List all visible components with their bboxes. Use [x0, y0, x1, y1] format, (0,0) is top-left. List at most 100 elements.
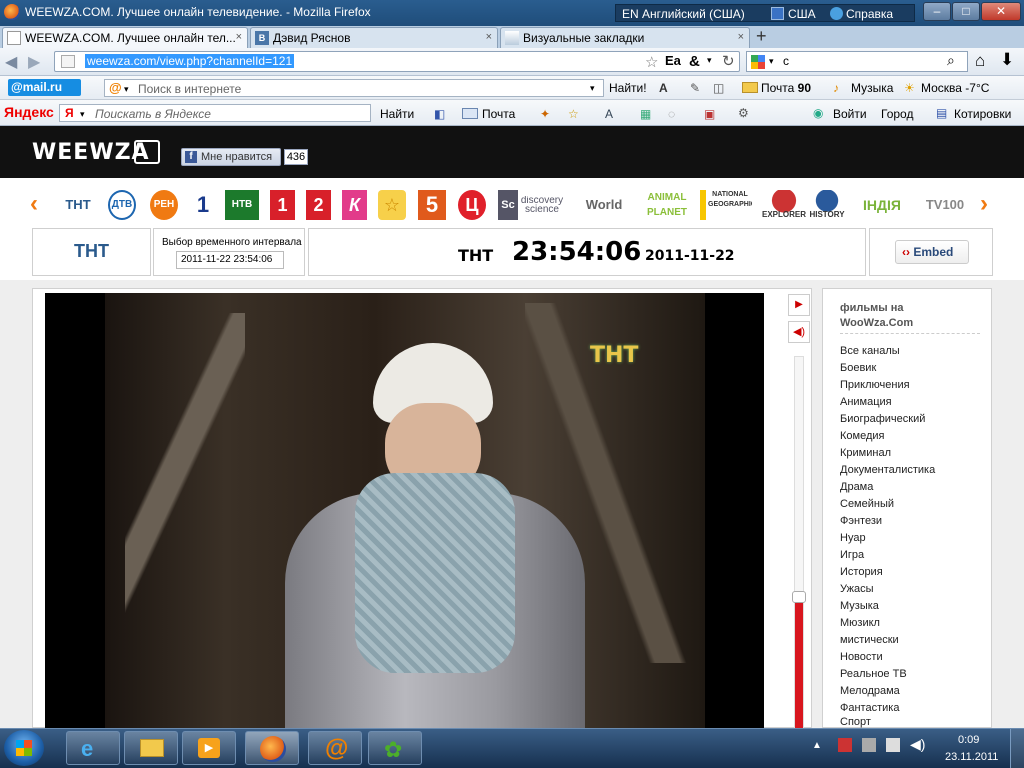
tab-close-icon[interactable]: × [236, 31, 242, 43]
volume-icon[interactable]: ◀) [788, 321, 810, 343]
yandex-find-button[interactable]: Найти [380, 107, 414, 121]
forward-icon[interactable]: ▶ [28, 52, 40, 72]
channel-history[interactable]: HISTORY [808, 190, 846, 220]
home-icon[interactable]: ⌂ [975, 51, 985, 71]
favorites-icon[interactable]: ☆ [568, 107, 579, 121]
genre-scifi[interactable]: Фантастика [840, 702, 899, 714]
mailru-search-input[interactable]: @ ▾ Поиск в интернете ▾ [104, 79, 604, 97]
genre-documentary[interactable]: Документалистика [840, 464, 935, 476]
genre-horror[interactable]: Ужасы [840, 583, 874, 595]
tab-close-icon[interactable]: × [486, 31, 492, 43]
channel-tvc[interactable]: Ц [458, 190, 486, 220]
channel-discovery-world[interactable]: World [576, 190, 632, 220]
genre-action[interactable]: Боевик [840, 362, 876, 374]
reload-icon[interactable]: ↻ [722, 52, 735, 70]
channel-russia2[interactable]: 2 [306, 190, 331, 220]
yandex-bar-icon[interactable]: ◧ [434, 107, 445, 121]
channels-prev-arrow-icon[interactable]: ‹ [30, 190, 38, 218]
google-icon[interactable] [751, 55, 765, 69]
channel-1tv[interactable]: 1 [190, 190, 216, 220]
genre-game[interactable]: Игра [840, 549, 864, 561]
pen-icon[interactable]: ✎ [690, 81, 700, 95]
weather-button[interactable]: Москва -7°C [921, 81, 989, 95]
genre-news[interactable]: Новости [840, 651, 883, 663]
show-desktop-button[interactable] [1010, 729, 1024, 768]
genre-all[interactable]: Все каналы [840, 345, 900, 357]
tray-expand-icon[interactable]: ▲ [812, 740, 822, 751]
genre-adventure[interactable]: Приключения [840, 379, 910, 391]
channel-russia1[interactable]: 1 [270, 190, 295, 220]
translate-icon[interactable]: Ea [665, 53, 681, 68]
site-logo[interactable]: WEEWZA [32, 140, 150, 165]
money-icon[interactable]: ✦ [540, 107, 550, 121]
genre-sport[interactable]: Спорт [840, 716, 871, 728]
mailru-logo[interactable]: @mail.ru [8, 79, 81, 96]
genre-animation[interactable]: Анимация [840, 396, 892, 408]
language-bar[interactable]: EN Английский (США) США Справка [615, 4, 915, 22]
dropdown-icon[interactable]: ▾ [769, 56, 774, 67]
taskbar-icq-button[interactable]: ✿ [368, 731, 422, 765]
screenshot-icon[interactable]: ◫ [713, 81, 724, 95]
video-player[interactable]: ТНТ [45, 293, 764, 730]
minimize-button[interactable]: – [923, 2, 951, 21]
dropdown-icon[interactable]: ▾ [707, 55, 712, 66]
tray-volume-icon[interactable]: ◀) [910, 736, 925, 753]
genre-drama[interactable]: Драма [840, 481, 873, 493]
tab-bookmarks[interactable]: Визуальные закладки × [500, 27, 750, 48]
dropdown-icon[interactable]: ▾ [80, 109, 85, 120]
tab-weewza[interactable]: WEEWZA.COM. Лучшее онлайн тел... × [2, 27, 248, 48]
genre-music[interactable]: Музыка [840, 600, 879, 612]
genre-crime[interactable]: Криминал [840, 447, 891, 459]
genre-fantasy[interactable]: Фэнтези [840, 515, 882, 527]
channel-sc[interactable]: Sc [498, 190, 518, 220]
ampersand-icon[interactable]: & [689, 53, 700, 70]
yandex-search-input[interactable]: Я ▾ Поискать в Яндексе [59, 104, 371, 122]
mailru-find-button[interactable]: Найти! [609, 81, 647, 95]
widget-icon[interactable]: ▣ [704, 107, 715, 121]
channel-dtv[interactable]: ДТВ [108, 190, 136, 220]
facebook-like-button[interactable]: f Мне нравится [181, 148, 281, 166]
chat-icon[interactable]: ◌ [668, 107, 675, 121]
channel-karusel[interactable]: ☆ [378, 190, 406, 220]
channel-national-geographic[interactable]: NATIONAL GEOGRAPHIC [700, 190, 752, 220]
channel-ren[interactable]: РЕН [150, 190, 178, 220]
yandex-mail-button[interactable]: Почта [482, 107, 515, 121]
channel-kultura[interactable]: К [342, 190, 367, 220]
translate-bar-icon[interactable]: A [605, 107, 613, 121]
close-button[interactable]: ✕ [981, 2, 1021, 21]
channels-next-arrow-icon[interactable]: › [980, 190, 988, 218]
channel-tv100[interactable]: TV100 [918, 190, 972, 220]
channel-ntv[interactable]: НТВ [225, 190, 259, 220]
genre-mystery[interactable]: мистически [840, 634, 899, 646]
embed-button[interactable]: ‹› Embed [895, 240, 969, 264]
login-button[interactable]: Войти [833, 107, 867, 121]
volume-slider-handle[interactable] [792, 591, 806, 603]
tab-close-icon[interactable]: × [738, 31, 744, 43]
genre-family[interactable]: Семейный [840, 498, 894, 510]
site-identity-icon[interactable] [61, 55, 75, 68]
channel-india[interactable]: ІНДІЯ [854, 190, 910, 220]
font-size-icon[interactable]: A [659, 81, 668, 95]
search-input[interactable]: c [783, 54, 789, 68]
genre-biography[interactable]: Биографический [840, 413, 925, 425]
quotes-button[interactable]: Котировки [954, 107, 1011, 121]
genre-noir[interactable]: Нуар [840, 532, 866, 544]
url-bar[interactable]: weewza.com/view.php?channelId=121 ☆ Ea &… [54, 51, 740, 72]
clock-time[interactable]: 0:09 [958, 734, 979, 746]
help-label[interactable]: Справка [846, 7, 893, 21]
dropdown-icon[interactable]: ▾ [590, 83, 595, 94]
genre-history[interactable]: История [840, 566, 883, 578]
back-icon[interactable]: ◀ [5, 52, 17, 72]
genre-romance[interactable]: Мелодрама [840, 685, 900, 697]
maximize-button[interactable]: □ [952, 2, 980, 21]
tray-network-icon[interactable] [862, 738, 876, 752]
channel-animal-planet[interactable]: ANIMAL PLANET [644, 190, 690, 220]
channel-5[interactable]: 5 [418, 190, 446, 220]
genre-musical[interactable]: Мюзикл [840, 617, 880, 629]
search-bar[interactable]: ▾ c ⌕ [746, 51, 968, 72]
music-button[interactable]: Музыка [851, 81, 893, 95]
channel-explorer[interactable]: EXPLORER [762, 190, 806, 220]
bookmark-star-icon[interactable]: ☆ [645, 53, 658, 71]
url-text[interactable]: weewza.com/view.php?channelId=121 [85, 54, 295, 68]
tray-security-icon[interactable] [838, 738, 852, 752]
